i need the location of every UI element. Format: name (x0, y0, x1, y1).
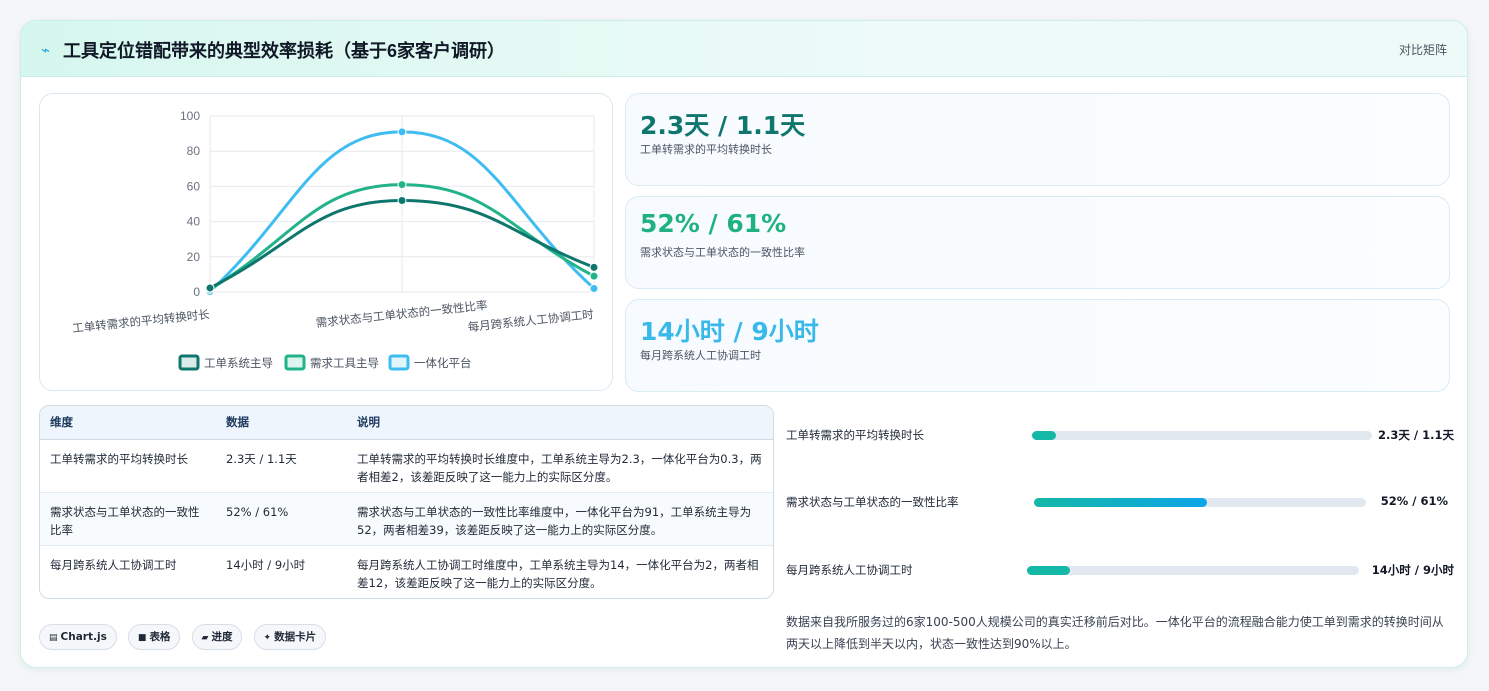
data-point (397, 195, 407, 205)
legend-swatch (284, 354, 306, 371)
table-cell-data: 2.3天 / 1.1天 (216, 439, 347, 493)
progress-track (1032, 431, 1372, 440)
data-source-note: 数据来自我所服务过的6家100-500人规模公司的真实迁移前后对比。一体化平台的… (786, 615, 1444, 651)
progress-fill (1034, 498, 1207, 507)
y-tick-label: 60 (187, 179, 201, 193)
y-tick-label: 100 (180, 109, 200, 123)
progress-value: 52% / 61% (1380, 494, 1448, 508)
tag-label: 进度 (211, 631, 233, 643)
tag-chartjs[interactable]: ▤ Chart.js (39, 624, 117, 650)
x-tick-label: 需求状态与工单状态的一致性比率 (315, 298, 488, 330)
table-cell-data: 14小时 / 9小时 (226, 557, 306, 572)
table-cell-description: 每月跨系统人工协调工时维度中，工单系统主导为14，一体化平台为2，两者相差12，… (357, 557, 759, 590)
stat-card-consistency-rate: 52% / 61% 需求状态与工单状态的一致性比率 (625, 196, 1450, 289)
line-chart-panel: 0 20 40 60 80 100 工单转需求的平均转换时长 需求状态与工单状态的一致性比率每… (39, 93, 613, 391)
progress-row-coordination-hours: 每月跨系统人工协调工时 14小时 / 9小时 (786, 560, 1454, 580)
progress-fill (1032, 431, 1056, 440)
progress-label: 每月跨系统人工协调工时 (786, 563, 913, 577)
data-point (397, 127, 407, 137)
column-header: 维度 (40, 406, 216, 440)
y-tick-label: 40 (187, 215, 201, 229)
progress-value: 2.3天 / 1.1天 (1378, 428, 1454, 442)
stat-card-coordination-hours: 14小时 / 9小时 每月跨系统人工协调工时 (625, 299, 1450, 392)
lightning-icon: ⌁ (41, 41, 51, 59)
table-header-row: 维度 数据 说明 (40, 406, 773, 440)
tag-table[interactable]: ■ 表格 (127, 624, 181, 650)
table-cell-dimension: 需求状态与工单状态的一致性比率 (40, 492, 216, 546)
table-row: 工单转需求的平均转换时长 2.3天 / 1.1天 工单转需求的平均转换时长维度中… (40, 439, 773, 493)
data-point (589, 271, 599, 281)
card-header: ⌁ 工具定位错配带来的典型效率损耗（基于6家客户调研） 对比矩阵 (21, 21, 1467, 77)
tag-progress[interactable]: ▰ 进度 (191, 624, 243, 650)
data-point (589, 262, 599, 272)
legend-label: 一体化平台 (414, 356, 472, 370)
line-chart: 020406080100工单转需求的平均转换时长 需求状态与工单状态的一致性比率每… (72, 109, 599, 371)
progress-track (1027, 566, 1359, 575)
data-point (205, 283, 215, 293)
table-row: 需求状态与工单状态的一致性比率 52% / 61% 需求状态与工单状态的一致性比… (40, 492, 773, 546)
stat-card-conversion-time: 2.3天 / 1.1天 工单转需求的平均转换时长 (625, 93, 1450, 186)
data-point (397, 180, 407, 190)
tag-data-cards[interactable]: ✦ 数据卡片 (253, 624, 327, 650)
progress-value: 14小时 / 9小时 (1371, 563, 1454, 577)
table-row: 每月跨系统人工协调工时 14小时 / 9小时 每月跨系统人工协调工时维度中，工单… (40, 545, 773, 598)
table-cell-description: 需求状态与工单状态的一致性比率维度中，一体化平台为91，工单系统主导为52，两者… (347, 492, 773, 546)
sparkle-icon: ✦ (263, 633, 272, 643)
stat-label: 需求状态与工单状态的一致性比率 (640, 246, 805, 259)
legend-swatch (178, 354, 200, 371)
data-point (589, 283, 599, 293)
page-title: 工具定位错配带来的典型效率损耗（基于6家客户调研） (63, 41, 506, 61)
view-badge[interactable]: 对比矩阵 (1399, 41, 1447, 58)
y-tick-label: 0 (193, 285, 200, 299)
tag-label: Chart.js (60, 631, 107, 643)
tag-label: 表格 (149, 631, 171, 643)
chart-icon: ▤ (49, 633, 58, 643)
progress-track (1034, 498, 1366, 507)
legend-label: 需求工具主导 (310, 356, 379, 370)
progress-label: 需求状态与工单状态的一致性比率 (786, 495, 959, 509)
table-cell-dimension: 每月跨系统人工协调工时 (50, 557, 177, 572)
column-header: 数据 (216, 406, 347, 440)
x-tick-label: 工单转需求的平均转换时长 (72, 307, 211, 335)
legend-label: 工单系统主导 (204, 356, 273, 370)
progress-label: 工单转需求的平均转换时长 (786, 428, 924, 442)
comparison-table: 维度 数据 说明 工单转需求的平均转换时长 2.3天 / 1.1天 工单转需求的… (39, 405, 774, 599)
view-tags: ▤ Chart.js ■ 表格 ▰ 进度 ✦ 数据卡片 (39, 624, 332, 650)
y-tick-label: 80 (187, 144, 201, 158)
stat-label: 每月跨系统人工协调工时 (640, 349, 761, 362)
progress-row-conversion-time: 工单转需求的平均转换时长 2.3天 / 1.1天 (786, 425, 1454, 445)
table-cell-description: 工单转需求的平均转换时长维度中，工单系统主导为2.3，一体化平台为0.3，两者相… (347, 439, 773, 493)
stat-value: 2.3天 / 1.1天 (640, 111, 806, 140)
column-header: 说明 (347, 406, 773, 440)
table-cell-data: 52% / 61% (216, 492, 347, 546)
efficiency-card: ⌁ 工具定位错配带来的典型效率损耗（基于6家客户调研） 对比矩阵 0 20 40 60… (20, 20, 1468, 668)
stat-value: 52% / 61% (640, 209, 787, 238)
progress-icon: ▰ (201, 633, 209, 643)
y-tick-label: 20 (187, 250, 201, 264)
stat-label: 工单转需求的平均转换时长 (640, 143, 772, 156)
table-icon: ■ (137, 633, 147, 643)
progress-fill (1027, 566, 1071, 575)
progress-row-consistency-rate: 需求状态与工单状态的一致性比率 52% / 61% (786, 492, 1448, 512)
table-cell-dimension: 工单转需求的平均转换时长 (40, 439, 216, 493)
legend-swatch (388, 354, 410, 371)
tag-label: 数据卡片 (274, 631, 317, 643)
stat-value: 14小时 / 9小时 (640, 317, 819, 346)
